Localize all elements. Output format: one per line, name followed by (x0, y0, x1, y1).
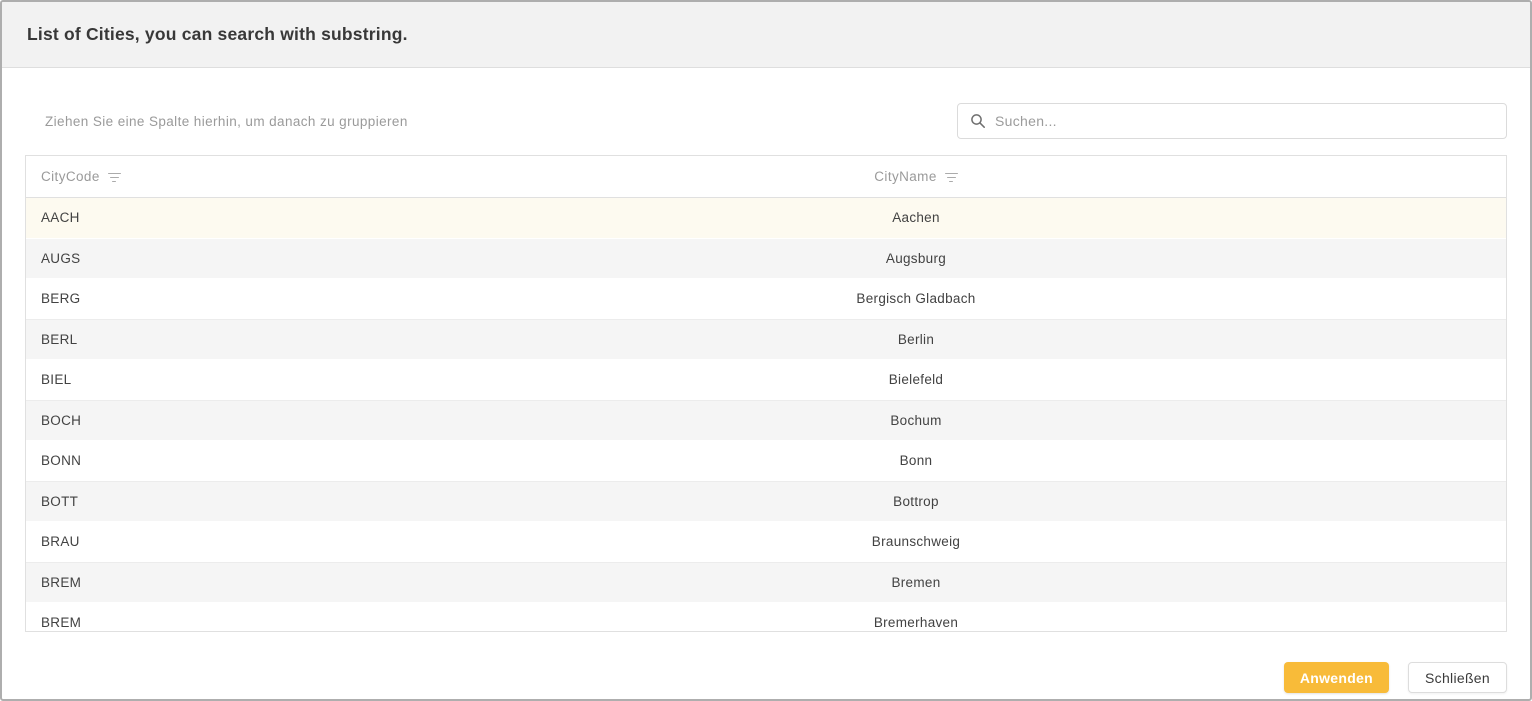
grid-cell-cityname[interactable]: Augsburg (326, 251, 1506, 266)
grid-cell-citycode[interactable]: BONN (26, 453, 326, 468)
grid-cell-citycode[interactable]: BERG (26, 291, 326, 306)
close-button[interactable]: Schließen (1408, 662, 1507, 693)
table-row[interactable]: BRAU Braunschweig (26, 522, 1506, 563)
table-row[interactable]: AACH Aachen (26, 198, 1506, 239)
grid-cell-cityname[interactable]: Bonn (326, 453, 1506, 468)
dialog-footer: Anwenden Schließen (25, 662, 1507, 701)
grid-cell-cityname[interactable]: Bremen (326, 575, 1506, 590)
table-row[interactable]: AUGS Augsburg (26, 239, 1506, 280)
filter-icon[interactable] (108, 171, 121, 183)
grid-header-citycode[interactable]: CityCode (26, 169, 326, 184)
search-input[interactable] (995, 113, 1494, 129)
grid-cell-cityname[interactable]: Berlin (326, 332, 1506, 347)
column-label-cityname[interactable]: CityName (874, 169, 936, 184)
grid-cell-citycode[interactable]: BOCH (26, 413, 326, 428)
filter-icon[interactable] (945, 171, 958, 183)
apply-button[interactable]: Anwenden (1284, 662, 1389, 693)
table-row[interactable]: BIEL Bielefeld (26, 360, 1506, 401)
search-icon (970, 113, 986, 129)
grid-cell-citycode[interactable]: AACH (26, 210, 326, 225)
search-box[interactable] (957, 103, 1507, 139)
table-row[interactable]: BREM Bremerhaven (26, 603, 1506, 632)
grid-cell-cityname[interactable]: Aachen (326, 210, 1506, 225)
grid-cell-cityname[interactable]: Bergisch Gladbach (326, 291, 1506, 306)
dialog-content: Ziehen Sie eine Spalte hierhin, um danac… (2, 68, 1530, 701)
grid-cell-citycode[interactable]: BIEL (26, 372, 326, 387)
table-row[interactable]: BERL Berlin (26, 320, 1506, 361)
table-row[interactable]: BONN Bonn (26, 441, 1506, 482)
grid-cell-citycode[interactable]: BREM (26, 615, 326, 630)
table-row[interactable]: BREM Bremen (26, 563, 1506, 604)
grid-header-cityname[interactable]: CityName (326, 169, 1506, 184)
grid-body: AACH Aachen AUGS Augsburg BERG Bergisch … (26, 198, 1506, 632)
dialog-titlebar: List of Cities, you can search with subs… (2, 2, 1530, 68)
table-row[interactable]: BERG Bergisch Gladbach (26, 279, 1506, 320)
grid-cell-citycode[interactable]: BRAU (26, 534, 326, 549)
grid-cell-citycode[interactable]: BOTT (26, 494, 326, 509)
grid-cell-cityname[interactable]: Bochum (326, 413, 1506, 428)
dialog-title: List of Cities, you can search with subs… (27, 24, 408, 45)
grid-cell-citycode[interactable]: BERL (26, 332, 326, 347)
grid-cell-citycode[interactable]: BREM (26, 575, 326, 590)
table-row[interactable]: BOCH Bochum (26, 401, 1506, 442)
group-panel-hint[interactable]: Ziehen Sie eine Spalte hierhin, um danac… (45, 114, 408, 129)
grid-cell-cityname[interactable]: Bielefeld (326, 372, 1506, 387)
cities-grid: CityCode CityName AACH Aachen AUGS Augsb… (25, 155, 1507, 632)
grid-cell-citycode[interactable]: AUGS (26, 251, 326, 266)
cities-dialog: List of Cities, you can search with subs… (0, 0, 1532, 701)
grid-cell-cityname[interactable]: Bremerhaven (326, 615, 1506, 630)
table-row[interactable]: BOTT Bottrop (26, 482, 1506, 523)
grid-cell-cityname[interactable]: Braunschweig (326, 534, 1506, 549)
grid-toolbar: Ziehen Sie eine Spalte hierhin, um danac… (25, 103, 1507, 139)
grid-cell-cityname[interactable]: Bottrop (326, 494, 1506, 509)
grid-header-row: CityCode CityName (26, 156, 1506, 198)
column-label-citycode[interactable]: CityCode (41, 169, 100, 184)
